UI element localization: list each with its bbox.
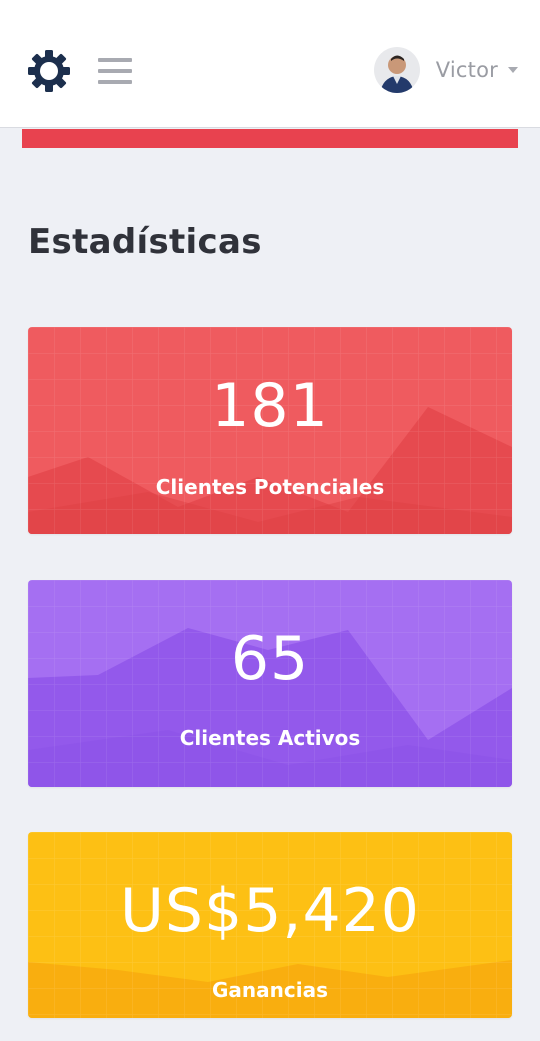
stat-card-clientes-potenciales[interactable]: 181 Clientes Potenciales (28, 327, 512, 534)
username[interactable]: Victor (436, 58, 498, 82)
alert-banner-strip (22, 129, 518, 148)
stat-card-ganancias[interactable]: US$5,420 Ganancias (28, 832, 512, 1018)
stat-label: Ganancias (212, 978, 328, 1002)
caret-down-icon[interactable] (508, 67, 518, 73)
top-navigation-bar: Victor (0, 0, 540, 128)
stat-value: 181 (211, 371, 329, 441)
hamburger-menu-icon[interactable] (98, 58, 132, 84)
user-menu[interactable]: Victor (373, 46, 518, 94)
page-title: Estadísticas (28, 222, 262, 262)
stat-label: Clientes Activos (179, 726, 361, 750)
avatar[interactable] (373, 47, 420, 93)
gear-icon[interactable] (26, 48, 72, 94)
stat-value: 65 (230, 624, 310, 694)
stat-label: Clientes Potenciales (155, 475, 385, 499)
stat-value: US$5,420 (120, 876, 420, 946)
stat-card-clientes-activos[interactable]: 65 Clientes Activos (28, 580, 512, 787)
